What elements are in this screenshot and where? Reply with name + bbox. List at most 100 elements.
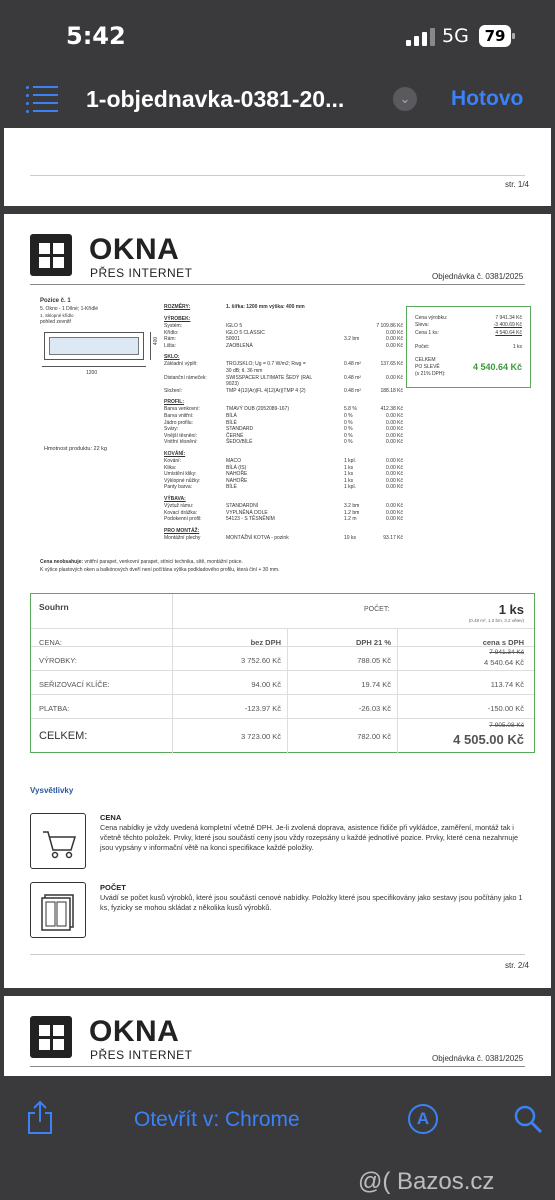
markup-icon[interactable]: A: [408, 1104, 438, 1134]
pdf-page-3: OKNA PŘES INTERNET Objednávka č. 0381/20…: [4, 996, 551, 1076]
total-label-2: PO SLEVĚ: [415, 364, 440, 370]
document-title[interactable]: 1-objednavka-0381-20...: [86, 86, 344, 113]
window-count-icon: [30, 882, 86, 938]
spec-price: 0.00 Kč: [386, 484, 403, 491]
spec-label: Podokenní profil:: [164, 516, 202, 523]
spec-quantity: 0 %: [344, 413, 353, 419]
total-value: 4 540.64 Kč: [472, 362, 522, 372]
price-box: Cena výrobku: 7 941.34 Kč Sleva: -3 400.…: [406, 306, 531, 388]
total-label: CELKEM:: [39, 730, 88, 742]
page-number: str. 1/4: [504, 180, 529, 189]
spec-label: Výztuž rámu:: [164, 503, 194, 509]
legend-text-pocet: Uvádí se počet kusů výrobků, které jsou …: [100, 893, 523, 912]
total-bez-dph: 3 723.00 Kč: [240, 732, 281, 741]
count-label: POČET:: [364, 606, 390, 613]
summary-row: SEŘIZOVACÍ KLÍČE: 94.00 Kč 19.74 Kč 113.74 …: [31, 670, 534, 694]
spec-quantity: 0.48 m²: [344, 361, 361, 368]
spec-quantity: 0.48 m²: [344, 374, 361, 381]
spec-price: 7 109.86 Kč: [376, 323, 403, 329]
spec-label: Klika:: [164, 464, 177, 471]
count-value: 1 ks: [512, 344, 522, 350]
position-desc2: 1. Sklopné křídlo: [40, 313, 74, 318]
product-weight: Hmotnost produktu: 22 kg: [44, 446, 107, 452]
spec-quantity: 1 kpl.: [344, 458, 356, 464]
battery-icon: 79: [479, 25, 515, 47]
row-dph: 19.74 Kč: [361, 680, 391, 689]
order-number: Objednávka č. 0381/2025: [432, 1054, 524, 1063]
spec-price: 0.00 Kč: [386, 342, 403, 349]
spec-label: Výklopné nůžky:: [164, 477, 201, 484]
legend-heading-pocet: POČET: [100, 883, 126, 892]
row-s-dph: -150.00 Kč: [487, 704, 524, 713]
spec-value: 54123 - S TĚSNĚNÍM: [226, 516, 275, 523]
spec-value: IGLO 5: [226, 323, 243, 329]
divider: [30, 175, 525, 176]
spec-price: 0.00 Kč: [386, 503, 403, 509]
position-title: Pozice č. 1: [40, 298, 71, 304]
spec-label: Sváry:: [164, 426, 179, 433]
spec-value: BÍLÁ: [226, 413, 237, 419]
legend-title: Vysvětlivky: [30, 786, 74, 795]
network-type: 5G: [442, 25, 469, 47]
width-dimension-line: [42, 366, 146, 367]
spec-label: Základní výplň:: [164, 361, 198, 368]
logo-icon: [30, 234, 72, 276]
spec-section-title: PROFIL:: [164, 399, 184, 406]
spec-price: 0.00 Kč: [386, 516, 403, 523]
spec-label: Lišta:: [164, 342, 176, 349]
logo-subtitle: PŘES INTERNET: [90, 266, 193, 280]
spec-quantity: 0 %: [344, 426, 353, 433]
row-label: VÝROBKY:: [39, 656, 77, 665]
discount-value: -3 400.69 Kč: [493, 322, 522, 328]
discount-label: Sleva:: [415, 322, 429, 328]
spec-quantity: 0 %: [344, 439, 353, 446]
total-old-price: 7 905.08 Kč: [489, 722, 524, 729]
page-number: str. 2/4: [504, 961, 529, 970]
spec-value: ŠEDO/BÍLÉ: [226, 439, 253, 446]
divider: [30, 954, 525, 955]
spec-value: BÍLÉ: [226, 419, 237, 426]
count-label: Počet:: [415, 344, 430, 350]
spec-label: Montážní plechy: [164, 534, 201, 541]
view-label: pohled zevnitř: [40, 319, 72, 325]
pdf-page-2: OKNA PŘES INTERNET Objednávka č. 0381/20…: [4, 214, 551, 988]
spec-price: 0.00 Kč: [386, 426, 403, 433]
summary-table: Souhrn POČET: 1 ks (0.48 m², 1.2 bm, 3.2…: [30, 593, 535, 754]
spec-label: Kovací drážka:: [164, 509, 198, 516]
spec-label: Kování:: [164, 458, 181, 464]
note-text: vnitřní parapet, venkovní parapet, stíni…: [83, 559, 243, 565]
spec-label: Jádro profilu:: [164, 419, 193, 426]
rozmery-label: ROZMĚRY:: [164, 304, 191, 310]
spec-section-title: VÝBAVA:: [164, 496, 186, 502]
summary-row: PLATBA: -123.97 Kč -26.03 Kč -150.00 Kč: [31, 694, 534, 718]
chevron-down-icon[interactable]: ⌄: [393, 87, 417, 111]
share-icon[interactable]: [26, 1100, 54, 1136]
row-label: PLATBA:: [39, 704, 70, 713]
total-dph: 782.00 Kč: [357, 732, 391, 741]
window-glass: [49, 337, 139, 355]
spec-value: NAHOŘE: [226, 471, 248, 478]
spec-price: 0.00 Kč: [386, 471, 403, 478]
done-button[interactable]: Hotovo: [451, 87, 523, 111]
spec-value: IGLO 5 CLASSIC: [226, 329, 265, 336]
spec-price: 0.00 Kč: [386, 419, 403, 426]
spec-label: Distanční rámeček:: [164, 374, 207, 381]
spec-value: ZAOBLENÁ: [226, 342, 253, 349]
total-s-dph: 4 505.00 Kč: [453, 732, 524, 747]
spec-value: STANDARD: [226, 426, 254, 433]
row-s-dph: 113.74 Kč: [490, 680, 524, 689]
list-icon[interactable]: [26, 86, 58, 113]
spec-value: 9023): [226, 381, 239, 388]
status-bar: 5:42 5G 79: [0, 0, 555, 72]
spec-label: Rám:: [164, 336, 176, 343]
logo-icon: [30, 1016, 72, 1058]
count-value: 1 ks: [498, 602, 524, 617]
spec-label: Křídlo:: [164, 329, 179, 336]
divider: [30, 1066, 525, 1067]
search-icon[interactable]: [513, 1104, 543, 1134]
spec-label: Vnitřní těsnění:: [164, 439, 198, 446]
spec-price: 0.00 Kč: [386, 464, 403, 471]
row-old-price: 7 941.34 Kč: [489, 649, 524, 656]
row-s-dph: 4 540.64 Kč: [483, 658, 524, 667]
open-in-button[interactable]: Otevřít v: Chrome: [134, 1108, 300, 1132]
